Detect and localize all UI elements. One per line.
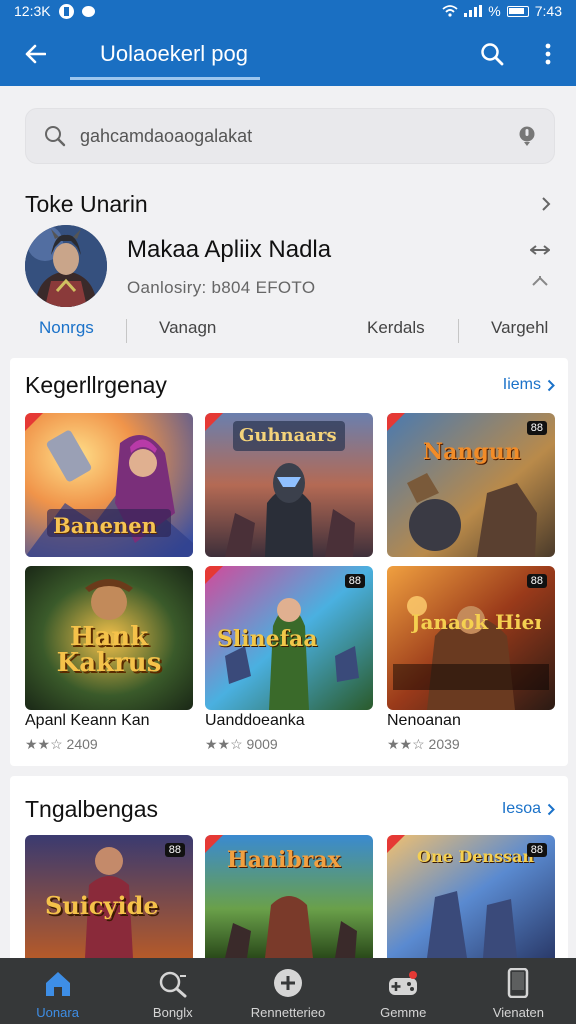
section-header-top: Toke Unarin [25,188,555,220]
game-art-text: One Denssan [417,847,535,866]
game-tile[interactable]: Nangun 88 [387,413,555,557]
nav-label: Uonara [36,1005,79,1020]
game-tile[interactable]: Janaok Hienein Nak 88 [387,566,555,710]
game-rating: ★★☆ 2039 [387,736,460,752]
tab-divider [126,319,127,343]
nav-item-discover[interactable]: Rennetterieo [230,958,345,1024]
game-art-text: Guhnaars [239,425,337,446]
section-header-games-2: Tngalbengas Iesoa [25,794,555,824]
search-icon [159,971,187,998]
wifi-icon [442,5,458,17]
game-art-text: Slinefaa [217,626,318,652]
nav-label: Vienaten [492,1005,544,1020]
age-rating-badge: 88 [344,574,365,588]
nav-item-home[interactable]: Uonara [0,958,115,1024]
game-tile[interactable]: Slinefaa 88 [205,566,373,710]
see-more-label: Iiems [502,376,541,393]
status-time-left: 12:3K [14,3,51,19]
game-art-text: Suicyide [45,891,159,920]
section-title: Tngalbengas [25,795,158,822]
game-tile[interactable]: Guhnaars [205,413,373,557]
status-time-right: 7:43 [534,3,562,19]
chat-bubble-icon [81,5,95,17]
rating-count: 2409 [66,736,98,752]
search-icon [481,43,504,66]
more-vert-icon [545,43,551,65]
compass-icon [274,969,302,997]
category-tabs: Nonrgs Vanagn Kerdals Vargehl [25,316,555,346]
nav-item-games[interactable]: Gemme [346,958,461,1024]
profile-subtitle: Oanlosiry: b804 EFOTO [127,278,316,297]
bottom-navigation: Uonara Bonglx Rennetterieo Gemme Vienate… [0,958,576,1024]
nav-item-search[interactable]: Bonglx [115,958,230,1024]
back-arrow-icon [25,44,46,64]
nav-label: Gemme [380,1005,427,1020]
game-title[interactable]: Uanddoeanka [205,712,305,730]
see-more-label: Iesoa [501,800,541,817]
page-title: Uolaoekerl pog [100,41,248,66]
age-rating-badge: 88 [526,574,547,588]
see-more-link[interactable]: Iiems [503,376,555,394]
game-rating: ★★☆ 9009 [205,736,278,752]
chevron-right-icon [547,803,555,815]
nav-label: Rennetterieo [250,1005,326,1020]
profile-actions [525,245,555,287]
game-art-text: Hank Kakrus [56,622,162,678]
game-art-text: Nangun [423,439,521,465]
game-tile[interactable]: Banenen [25,413,193,557]
rating-count: 2039 [428,736,460,752]
battery-icon [506,5,529,17]
search-input[interactable] [80,125,518,147]
avatar [25,225,107,307]
chevron-right-icon [547,379,555,391]
expand-arrows-icon[interactable] [530,245,550,255]
gamepad-icon [389,971,418,995]
game-rating: ★★☆ 2409 [25,736,98,752]
game-art-text: Banenen [53,513,157,538]
search-bar[interactable] [25,108,555,164]
chevron-right-icon[interactable] [541,196,551,212]
age-rating-badge: 88 [164,843,185,857]
signal-icon [464,5,483,17]
game-tile[interactable]: Hanibrax [205,835,373,958]
section-title: Toke Unarin [25,190,148,217]
home-icon [45,972,70,996]
nav-label: Bonglx [152,1005,193,1020]
share-icon[interactable] [531,275,549,287]
page-title-container: Uolaoekerl pog [70,22,260,86]
game-title[interactable]: Apanl Keann Kan [25,712,150,730]
rating-count: 9009 [246,736,278,752]
phone-icon [508,968,529,998]
section-header-games: Kegerllrgenay Iiems [25,370,555,400]
facebook-icon [58,3,74,19]
profile-name: Makaa Apliix Nadla [127,236,332,263]
app-bar: Uolaoekerl pog [0,22,576,86]
game-art-text: Hanibrax [227,847,341,873]
tab-divider [458,319,459,343]
title-underline [70,77,260,80]
see-more-link[interactable]: Iesoa [502,800,555,818]
mic-icon[interactable] [518,125,536,147]
search-button[interactable] [464,22,520,86]
age-rating-badge: 88 [526,421,547,435]
battery-percent-symbol: % [488,3,501,19]
age-rating-badge: 88 [526,843,547,857]
more-options-button[interactable] [520,22,576,86]
developer-profile[interactable]: Makaa Apliix Nadla Oanlosiry: b804 EFOTO [25,225,555,307]
game-tile[interactable]: Hank Kakrus [25,566,193,710]
game-tile[interactable]: One Denssan 88 [387,835,555,958]
game-art-text: Janaok Hienein Nak [411,610,541,634]
tab-vanagn[interactable]: Vanagn [159,318,216,338]
nav-item-apps[interactable]: Vienaten [461,958,576,1024]
back-button[interactable] [0,22,70,86]
game-title[interactable]: Nenoanan [387,712,461,730]
tab-vargehl[interactable]: Vargehl [491,318,548,338]
profile-info: Makaa Apliix Nadla Oanlosiry: b804 EFOTO [127,234,525,298]
status-bar: 12:3K % 7:43 [0,0,576,22]
tab-nonrgs[interactable]: Nonrgs [39,318,94,338]
section-title: Kegerllrgenay [25,371,167,398]
game-tile[interactable]: Suicyide 88 [25,835,193,958]
search-icon [45,126,66,147]
tab-kerdals[interactable]: Kerdals [367,318,425,338]
